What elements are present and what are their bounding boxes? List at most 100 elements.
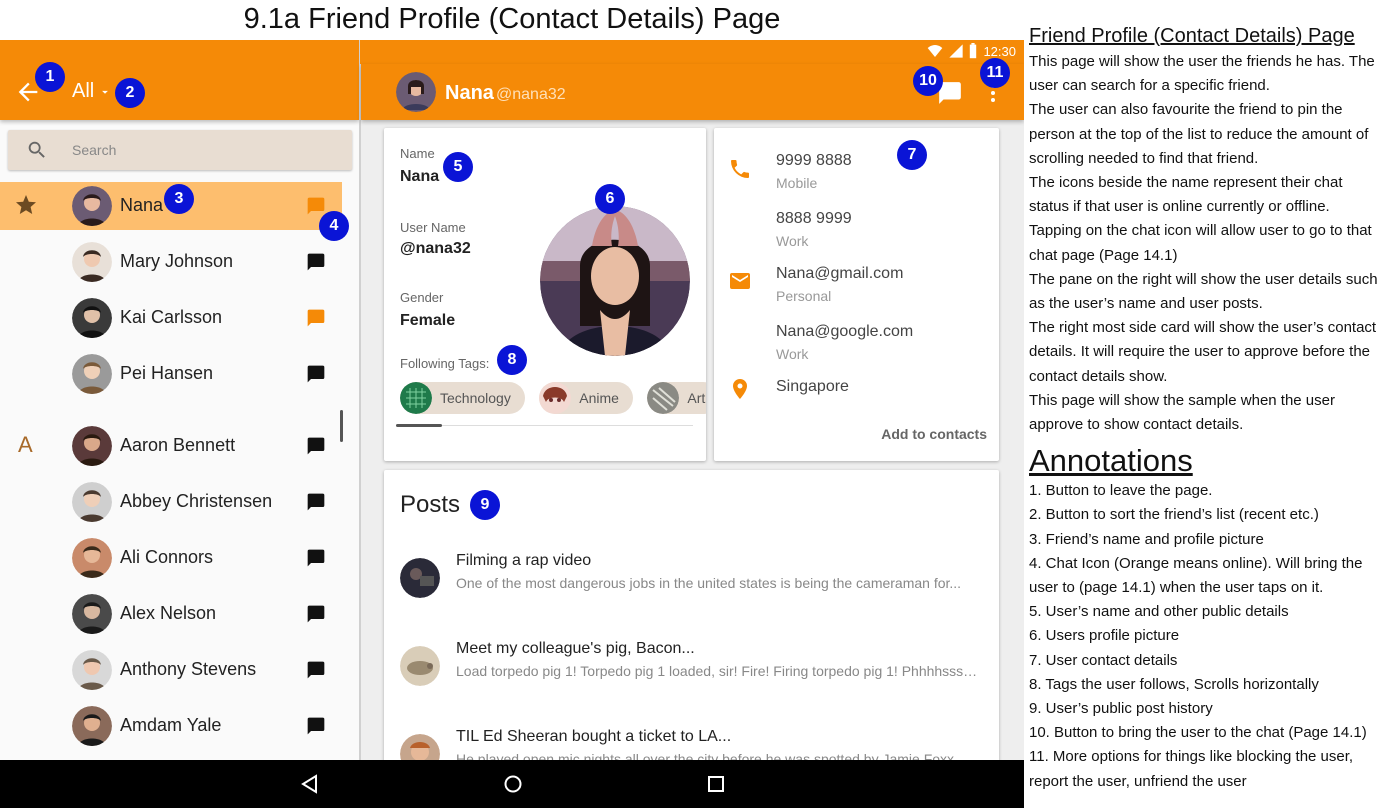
annotations-list: 1. Button to leave the page. 2. Button to… xyxy=(1029,479,1381,794)
chat-icon[interactable] xyxy=(306,604,326,624)
chat-icon[interactable] xyxy=(306,716,326,736)
add-to-contacts-button[interactable]: Add to contacts xyxy=(881,426,987,442)
chat-icon[interactable] xyxy=(306,660,326,680)
battery-icon xyxy=(969,43,977,59)
search-input[interactable] xyxy=(72,142,322,158)
star-icon[interactable] xyxy=(14,193,38,217)
name-label: Name xyxy=(400,146,435,161)
post-thumbnail xyxy=(400,558,440,598)
friend-name: Ali Connors xyxy=(120,547,214,567)
friend-avatar xyxy=(72,482,112,522)
friend-avatar xyxy=(72,186,112,226)
friend-avatar xyxy=(72,538,112,578)
profile-name: Nana xyxy=(445,82,494,104)
notes-paragraph: Tapping on the chat icon will allow user… xyxy=(1029,222,1372,264)
chat-icon[interactable] xyxy=(306,492,326,512)
friend-row[interactable]: Mary Johnson xyxy=(0,238,342,286)
profile-handle: @nana32 xyxy=(496,86,566,103)
email-personal-value[interactable]: Nana@gmail.com xyxy=(776,265,903,283)
friend-avatar xyxy=(72,242,112,282)
chat-icon[interactable] xyxy=(306,308,326,328)
sort-label: All xyxy=(72,80,95,102)
friend-name: Abbey Christensen xyxy=(120,491,273,511)
friend-avatar xyxy=(72,650,112,690)
friend-row[interactable]: Anthony Stevens xyxy=(0,646,342,694)
search-bar[interactable] xyxy=(8,130,352,170)
tag-image xyxy=(539,382,572,414)
friend-row[interactable]: Kai Carlsson xyxy=(0,294,342,342)
chat-icon[interactable] xyxy=(306,252,326,272)
profile-picture xyxy=(540,206,690,356)
tag-label: Anime xyxy=(579,390,619,406)
email-personal-type: Personal xyxy=(776,288,832,304)
sort-dropdown[interactable]: All xyxy=(72,80,112,103)
tag-chip-technology[interactable]: Technology xyxy=(400,382,525,414)
tags-scroll-thumb[interactable] xyxy=(396,424,442,427)
contact-card: 9999 8888 Mobile 8888 9999 Work Nana@gma… xyxy=(714,128,999,461)
username-label: User Name xyxy=(400,220,466,235)
friend-name: Anthony Stevens xyxy=(120,659,257,679)
phone-icon xyxy=(731,160,749,178)
search-icon xyxy=(28,141,45,158)
email-work-value[interactable]: Nana@google.com xyxy=(776,323,913,341)
system-nav-bar xyxy=(0,760,1024,808)
home-circle-icon[interactable] xyxy=(501,772,525,796)
friend-row[interactable]: Ali Connors xyxy=(0,534,342,582)
list-scrollbar[interactable] xyxy=(340,410,343,442)
tag-chip-art[interactable]: Art xyxy=(647,382,706,414)
annotation-badge-6: 6 xyxy=(595,184,625,214)
friend-row[interactable]: Amdam Yale xyxy=(0,702,342,750)
pane-divider xyxy=(359,40,361,760)
notes-paragraph: The icons beside the name represent thei… xyxy=(1029,174,1343,216)
tags-scrollbar xyxy=(396,424,693,427)
email-icon xyxy=(730,273,750,289)
annotation-badge-2: 2 xyxy=(115,78,145,108)
friend-row[interactable]: Abbey Christensen xyxy=(0,478,342,526)
username-value: @nana32 xyxy=(400,240,471,257)
tags-scroller[interactable]: Technology Anime Art xyxy=(400,382,706,414)
notes-paragraph: The user can also favourite the friend t… xyxy=(1029,101,1369,167)
friend-avatar xyxy=(72,298,112,338)
annotation-badge-3: 3 xyxy=(164,184,194,214)
friend-row[interactable]: A Aaron Bennett xyxy=(0,422,342,470)
notes-paragraph: The right most side card will show the u… xyxy=(1029,319,1377,385)
friend-avatar xyxy=(72,706,112,746)
annotation-item: 7. User contact details xyxy=(1029,651,1178,669)
post-item[interactable]: Meet my colleague's pig, Bacon... Load t… xyxy=(384,640,999,700)
tag-image xyxy=(647,382,680,414)
annotations-heading: Annotations xyxy=(1029,443,1193,479)
recents-square-icon[interactable] xyxy=(704,772,728,796)
chat-icon[interactable] xyxy=(306,548,326,568)
chat-icon[interactable] xyxy=(306,364,326,384)
phone-mobile-value[interactable]: 9999 8888 xyxy=(776,152,852,170)
notes-paragraph: This page will show the sample when the … xyxy=(1029,391,1335,434)
chat-icon[interactable] xyxy=(306,196,326,216)
tablet-screen: All Nana Mary Johnson Kai Carlsson Pei Hans… xyxy=(0,40,1024,808)
location-icon xyxy=(733,379,747,399)
gender-value: Female xyxy=(400,312,456,329)
annotation-item: 9. User’s public post history xyxy=(1029,700,1213,718)
back-triangle-icon[interactable] xyxy=(298,772,322,796)
notes-paragraph: The pane on the right will show the user… xyxy=(1029,270,1378,313)
gender-label: Gender xyxy=(400,290,444,305)
post-thumbnail xyxy=(400,646,440,686)
chat-icon[interactable] xyxy=(306,436,326,456)
annotation-badge-7: 7 xyxy=(897,140,927,170)
friend-avatar xyxy=(72,426,112,466)
friend-name: Aaron Bennett xyxy=(120,435,236,455)
friends-pane: All Nana Mary Johnson Kai Carlsson Pei Hans… xyxy=(0,40,359,760)
post-body: Load torpedo pig 1! Torpedo pig 1 loaded… xyxy=(456,663,981,679)
tag-image xyxy=(400,382,432,414)
friend-row[interactable]: Alex Nelson xyxy=(0,590,342,638)
post-item[interactable]: Filming a rap video One of the most dang… xyxy=(384,552,999,612)
phone-mobile-type: Mobile xyxy=(776,175,818,191)
phone-work-value[interactable]: 8888 9999 xyxy=(776,210,852,228)
annotation-badge-1: 1 xyxy=(35,62,65,92)
status-time: 12:30 xyxy=(983,44,1016,59)
tag-chip-anime[interactable]: Anime xyxy=(539,382,633,414)
friend-row[interactable]: Pei Hansen xyxy=(0,350,342,398)
friend-name: Alex Nelson xyxy=(120,603,217,623)
annotation-item: 8. Tags the user follows, Scrolls horizo… xyxy=(1029,675,1319,693)
name-value: Nana xyxy=(400,168,440,185)
annotation-item: 1. Button to leave the page. xyxy=(1029,482,1213,500)
